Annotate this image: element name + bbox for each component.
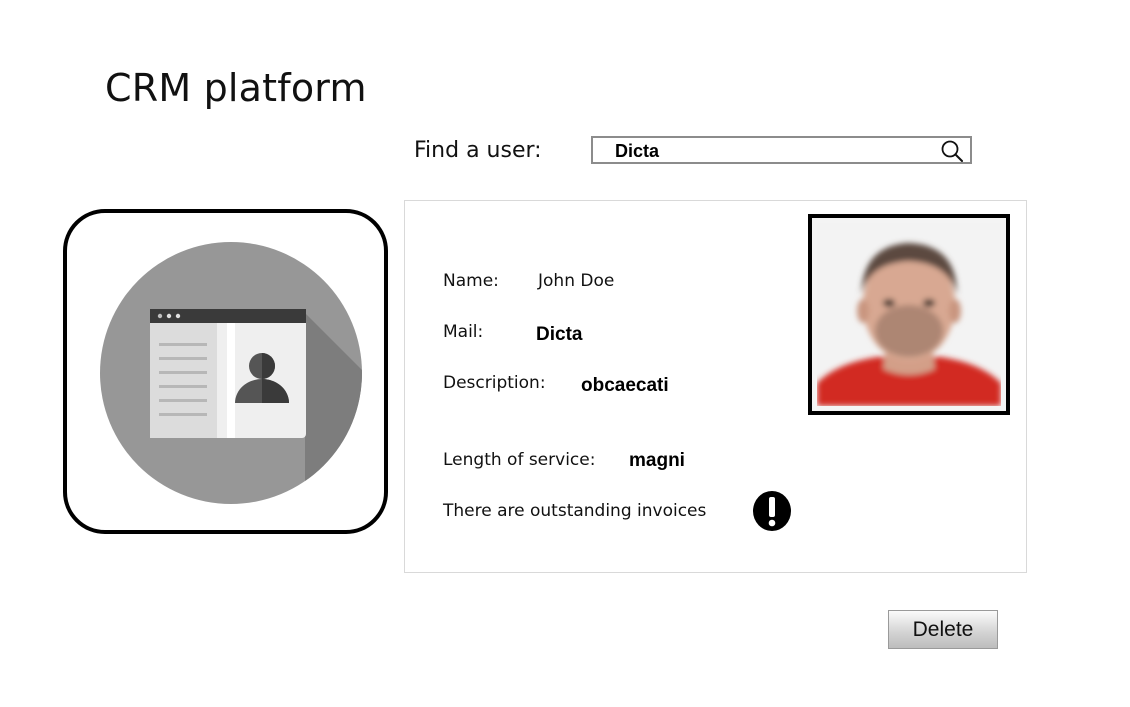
invoice-notice: There are outstanding invoices bbox=[443, 501, 707, 521]
app-icon-frame bbox=[63, 209, 388, 534]
user-photo bbox=[808, 214, 1010, 415]
delete-button[interactable]: Delete bbox=[888, 610, 998, 649]
user-detail-panel: Name: John Doe Mail: Dicta Description: … bbox=[404, 200, 1027, 573]
app-title: CRM platform bbox=[105, 66, 367, 110]
name-value: John Doe bbox=[538, 271, 615, 291]
mail-value: Dicta bbox=[536, 324, 583, 345]
service-value: magni bbox=[629, 450, 685, 471]
search-input[interactable] bbox=[615, 141, 925, 161]
search-icon[interactable] bbox=[940, 140, 964, 162]
user-photo-image bbox=[817, 223, 1001, 406]
search-box[interactable] bbox=[591, 136, 972, 164]
mail-label: Mail: bbox=[443, 322, 484, 342]
exclamation-icon bbox=[753, 491, 791, 531]
contact-card-icon bbox=[100, 242, 362, 504]
description-value: obcaecati bbox=[581, 375, 669, 396]
service-label: Length of service: bbox=[443, 450, 596, 470]
find-user-label: Find a user: bbox=[414, 138, 542, 163]
description-label: Description: bbox=[443, 373, 546, 393]
name-label: Name: bbox=[443, 271, 499, 291]
